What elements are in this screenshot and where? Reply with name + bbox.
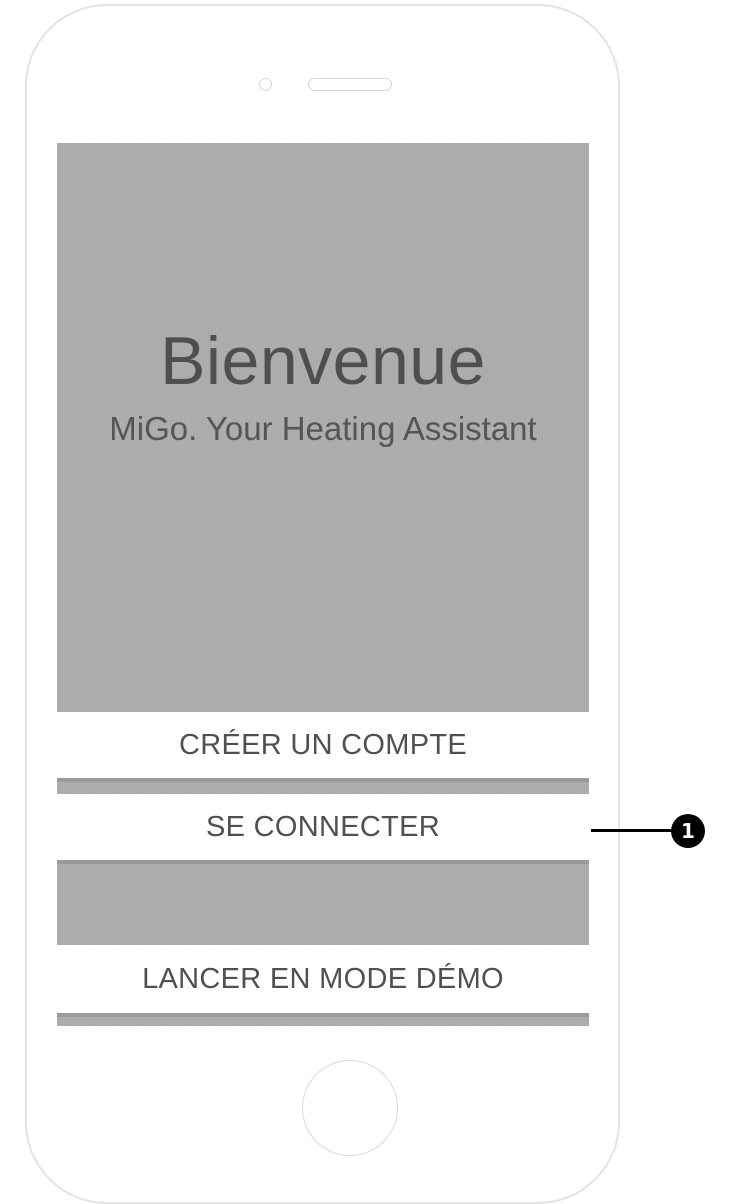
home-button[interactable] [302, 1060, 398, 1156]
welcome-subtitle: MiGo. Your Heating Assistant [109, 410, 537, 447]
app-screen: Bienvenue MiGo. Your Heating Assistant C… [57, 143, 589, 1026]
create-account-button[interactable]: CRÉER UN COMPTE [57, 712, 589, 782]
camera-icon [259, 78, 272, 91]
demo-mode-button[interactable]: LANCER EN MODE DÉMO [57, 945, 589, 1017]
callout-line [591, 829, 675, 832]
callout-number-badge: 1 [671, 814, 705, 848]
connect-button[interactable]: SE CONNECTER [57, 794, 589, 864]
welcome-title: Bienvenue [160, 323, 486, 399]
speaker-icon [308, 78, 392, 91]
